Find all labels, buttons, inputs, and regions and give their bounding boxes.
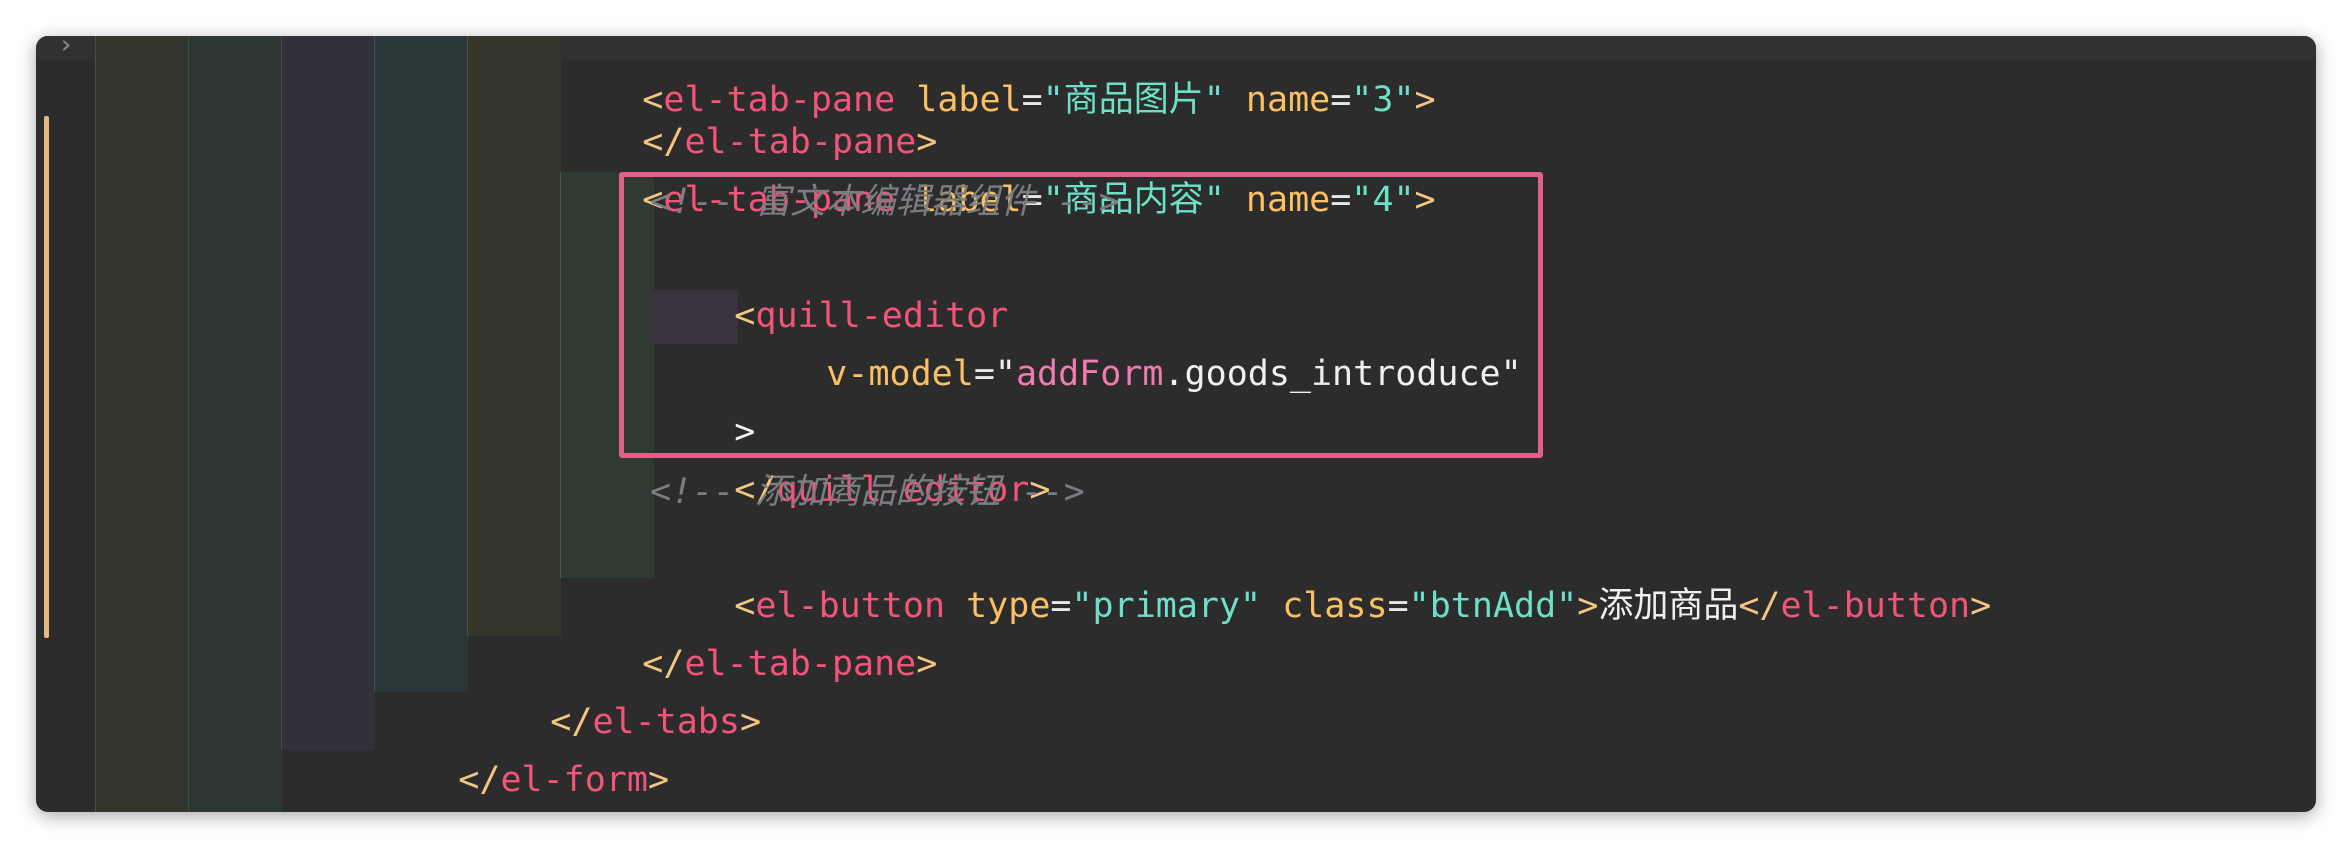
indent-guide xyxy=(188,36,282,812)
chevron-right-icon[interactable]: › xyxy=(58,36,74,60)
highlight-box xyxy=(619,172,1543,458)
indent-guide xyxy=(281,36,375,750)
code-line[interactable]: </el-tabs> xyxy=(466,638,761,742)
indent-guide xyxy=(95,36,189,812)
indent-guide xyxy=(467,36,561,636)
indent-guide xyxy=(374,36,468,692)
code-line[interactable]: <el-tab-pane label="商品内容" name="4"> xyxy=(558,116,1435,220)
git-modified-gutter-marker xyxy=(44,116,49,638)
code-comment[interactable]: <!-- 添加商品的按钮 --> xyxy=(650,464,1085,520)
code-editor-window: › <el-tab-pane label="商品图片" name="3"> </… xyxy=(36,36,2316,812)
code-line[interactable]: <el-button type="primary" class="btnAdd"… xyxy=(650,522,1991,626)
code-line[interactable]: </el-tab-pane> xyxy=(558,580,937,684)
code-line[interactable]: </el-card> xyxy=(281,754,576,810)
code-line[interactable]: </el-tab-pane> xyxy=(558,58,937,162)
code-line[interactable]: </el-form> xyxy=(374,696,669,800)
